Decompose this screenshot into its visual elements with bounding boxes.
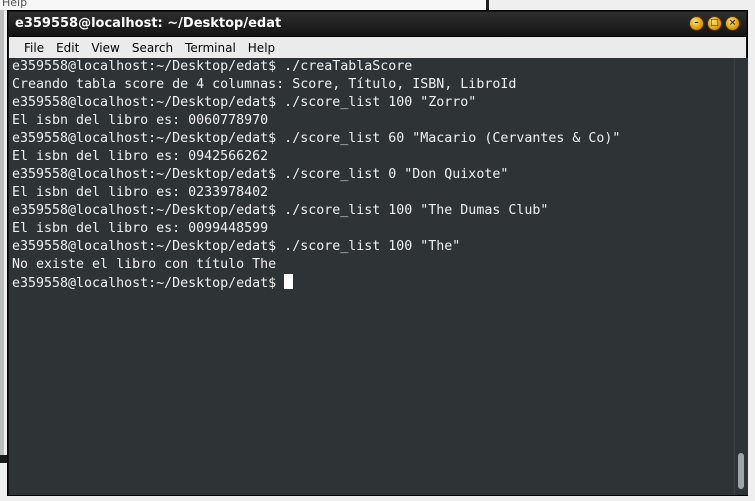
terminal-prompt-line[interactable]: e359558@localhost:~/Desktop/edat$ [12, 274, 734, 292]
terminal-line: El isbn del libro es: 0233978402 [12, 185, 269, 200]
terminal-line: e359558@localhost:~/Desktop/edat$ ./scor… [12, 167, 509, 182]
close-button[interactable]: × [725, 16, 740, 31]
menu-edit[interactable]: Edit [50, 41, 85, 55]
background-menu-help[interactable]: Help [2, 0, 27, 9]
maximize-button[interactable]: □ [707, 16, 722, 31]
terminal-window: e359558@localhost: ~/Desktop/edat – □ × … [7, 10, 748, 496]
terminal-line: e359558@localhost:~/Desktop/edat$ ./scor… [12, 239, 461, 254]
terminal-line: No existe el libro con título The [12, 257, 277, 272]
maximize-icon: □ [710, 18, 719, 28]
background-divider [486, 0, 489, 10]
window-controls: – □ × [689, 16, 740, 31]
window-title: e359558@localhost: ~/Desktop/edat [15, 16, 282, 31]
menu-file[interactable]: File [18, 41, 50, 55]
terminal-line: e359558@localhost:~/Desktop/edat$ ./scor… [12, 95, 477, 110]
terminal-line: e359558@localhost:~/Desktop/edat$ ./scor… [12, 131, 621, 146]
menu-bar: File Edit View Search Terminal Help [9, 37, 746, 59]
terminal-line: e359558@localhost:~/Desktop/edat$ ./crea… [12, 59, 413, 74]
text-cursor [284, 274, 294, 289]
terminal-prompt: e359558@localhost:~/Desktop/edat$ [12, 276, 285, 291]
terminal-line: Creando tabla score de 4 columnas: Score… [12, 77, 517, 92]
background-window-bottom [0, 463, 6, 501]
vertical-scrollbar[interactable] [734, 58, 748, 495]
menu-terminal[interactable]: Terminal [179, 41, 242, 55]
menu-help[interactable]: Help [242, 41, 281, 55]
terminal-output[interactable]: e359558@localhost:~/Desktop/edat$ ./crea… [9, 58, 734, 495]
menu-search[interactable]: Search [126, 41, 179, 55]
menu-view[interactable]: View [85, 41, 125, 55]
terminal-line: El isbn del libro es: 0060778970 [12, 113, 269, 128]
background-window-edge [0, 10, 4, 465]
minimize-button[interactable]: – [689, 16, 704, 31]
minimize-icon: – [694, 18, 699, 28]
scrollbar-thumb[interactable] [738, 453, 744, 489]
terminal-line: e359558@localhost:~/Desktop/edat$ ./scor… [12, 203, 549, 218]
terminal-line: El isbn del libro es: 0099448599 [12, 221, 269, 236]
close-icon: × [728, 18, 737, 28]
terminal-line: El isbn del libro es: 0942566262 [12, 149, 269, 164]
title-bar[interactable]: e359558@localhost: ~/Desktop/edat – □ × [9, 12, 746, 37]
